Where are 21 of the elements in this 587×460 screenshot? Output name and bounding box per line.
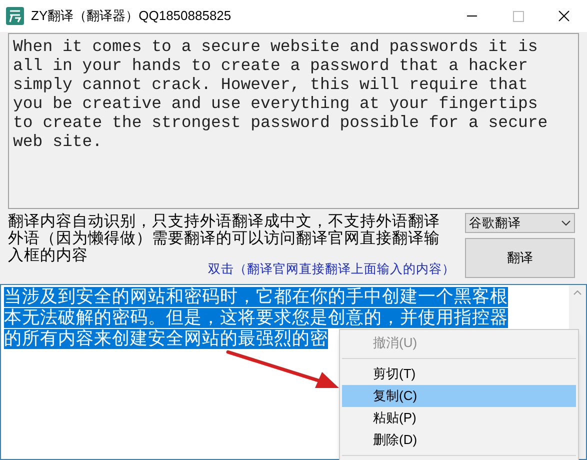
chevron-down-icon xyxy=(561,220,571,226)
notice-text: 翻译内容自动识别，只支持外语翻译成中文，不支持外语翻译 xyxy=(8,213,441,230)
app-logo-icon xyxy=(6,7,24,25)
window-title: ZY翻译（翻译器）QQ1850885825 xyxy=(31,7,232,26)
translate-button[interactable]: 翻译 xyxy=(465,238,575,278)
menu-item[interactable]: 粘贴(P) xyxy=(342,407,576,429)
menu-item[interactable]: 复制(C) xyxy=(342,385,576,407)
official-site-link[interactable]: 双击（翻译官网直接翻译上面输入的内容） xyxy=(208,260,455,279)
notice-text: 入框的内容 xyxy=(8,247,89,264)
text-line: When it comes to a secure website and passwords it is xyxy=(13,37,539,56)
text-line: all in your hands to create a password that a hacker xyxy=(13,56,529,75)
source-text-area[interactable] xyxy=(8,33,579,209)
menu-item[interactable]: 剪切(T) xyxy=(342,363,576,385)
notice-text: 外语（因为懒得做）需要翻译的可以访问翻译官网直接翻译输 xyxy=(8,230,441,247)
scroll-up-icon[interactable] xyxy=(573,290,582,295)
text-line: you be creative and use everything at your fingertips xyxy=(13,94,539,113)
text-line: simply cannot crack. However, this will require that xyxy=(13,75,529,94)
engine-select[interactable]: 谷歌翻译 xyxy=(465,213,575,233)
text-line: to create the strongest password possible for a secure xyxy=(13,113,549,132)
text-line: web site. xyxy=(13,132,104,151)
menu-item[interactable]: 删除(D) xyxy=(342,429,576,451)
